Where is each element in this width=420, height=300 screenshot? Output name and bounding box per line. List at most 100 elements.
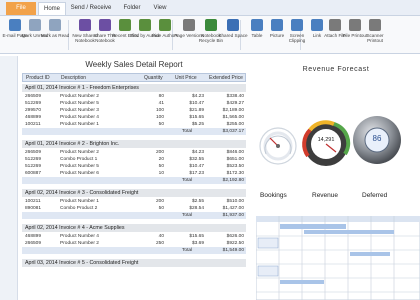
- column-unit-price: Unit Price: [175, 75, 197, 81]
- scanner-printout-icon: [369, 19, 381, 31]
- deferred-label: Deferred: [362, 192, 388, 199]
- table-cell: 200: [155, 150, 164, 155]
- table-cell: 80: [158, 94, 164, 99]
- table-cell: 600887: [25, 171, 42, 176]
- invoice-total-row: Total $1,937.00: [22, 212, 246, 219]
- table-cell: Product Number 2: [60, 241, 99, 246]
- table-cell: Product Number 4: [60, 115, 99, 120]
- table-row: 468899 Product Number 4 100 $15.65 $1,565.00: [22, 114, 246, 121]
- table-cell: Product Number 6: [60, 171, 99, 176]
- table-cell: Product Number 1: [60, 122, 99, 127]
- table-cell: $5.25: [191, 122, 204, 127]
- table-cell: 890081: [25, 206, 42, 211]
- table-row: 468899 Product Number 4 40 $15.65 $626.00: [22, 233, 246, 240]
- invoice-group-header: April 02, 2014 Invoice # 4 - Acme Suppli…: [22, 224, 246, 232]
- table-icon: [251, 19, 263, 31]
- ribbon-button-label: Mark as Read: [40, 33, 70, 38]
- table-cell: Combo Product 1: [60, 157, 98, 162]
- total-label: Total: [182, 129, 193, 134]
- column-product-id: Product ID: [26, 75, 50, 81]
- table-cell: 100211: [25, 122, 41, 127]
- share-notebook-icon: [99, 19, 111, 31]
- table-cell: $510.00: [226, 199, 244, 204]
- table-cell: $429.27: [226, 101, 244, 106]
- table-cell: 512269: [25, 164, 42, 169]
- invoice-group-header: April 01, 2014 Invoice # 2 - Brighton In…: [22, 140, 246, 148]
- total-label: Total: [182, 213, 193, 218]
- table-row: 266509 Product Number 2 80 $4.23 $338.40: [22, 93, 246, 100]
- table-cell: 100211: [25, 199, 41, 204]
- table-cell: $3.69: [191, 241, 204, 246]
- invoice-group-header: April 02, 2014 Invoice # 3 - Consolidate…: [22, 189, 246, 197]
- email-page-icon: [9, 19, 21, 31]
- table-cell: Product Number 2: [60, 94, 99, 99]
- table-row: 512269 Product Number 5 50 $10.47 $523.50: [22, 163, 246, 170]
- table-cell: $32.55: [189, 157, 204, 162]
- report-column-header: Product ID Description Quantity Unit Pri…: [22, 73, 246, 82]
- invoice-total-row: Total $2,192.80: [22, 177, 246, 184]
- table-cell: $1,427.00: [222, 206, 244, 211]
- tab-view[interactable]: View: [146, 2, 174, 15]
- hide-authors-button[interactable]: Hide Authors: [152, 19, 178, 51]
- ribbon-toolbar: E-mail Page Mark Unread Mark as Read New Sh…: [0, 16, 420, 54]
- table-row: 100211 Product Number 1 50 $5.25 $255.00: [22, 121, 246, 128]
- deferred-gauge-value: 86: [372, 134, 382, 143]
- picture-icon: [271, 19, 283, 31]
- table-cell: 200: [155, 199, 164, 204]
- revenue-forecast-panel: Revenue Forecast 14,291 86 Bookings Reve…: [252, 56, 420, 300]
- shared-space-icon: [227, 19, 239, 31]
- table-cell: 266509: [25, 150, 42, 155]
- revenue-gauge-value: 14,291: [317, 137, 335, 143]
- invoice-total-row: Total $1,549.00: [22, 247, 246, 254]
- table-cell: 50: [158, 122, 164, 127]
- table-row: 512269 Combo Product 1 20 $32.55 $651.00: [22, 156, 246, 163]
- table-row: 299570 Product Number 3 100 $21.89 $2,189.00: [22, 107, 246, 114]
- table-row: 266509 Product Number 2 250 $3.69 $922.50: [22, 240, 246, 247]
- table-cell: Product Number 5: [60, 164, 99, 169]
- table-cell: 40: [158, 234, 164, 239]
- table-cell: 250: [155, 241, 164, 246]
- calendar-grid: [256, 216, 420, 300]
- table-row: 600887 Product Number 6 10 $17.23 $172.30: [22, 170, 246, 177]
- table-cell: $2.55: [191, 199, 204, 204]
- total-value: $1,549.00: [222, 248, 244, 253]
- find-author-icon: [139, 19, 151, 31]
- tab-folder[interactable]: Folder: [118, 2, 146, 15]
- shared-space-button[interactable]: Shared Space: [218, 19, 248, 51]
- table-cell: 512269: [25, 101, 42, 106]
- table-cell: Combo Product 2: [60, 206, 98, 211]
- table-cell: $4.23: [191, 150, 204, 155]
- tab-file[interactable]: File: [6, 2, 36, 15]
- table-cell: 512269: [25, 157, 42, 162]
- table-cell: 468899: [25, 115, 42, 120]
- table-cell: Product Number 1: [60, 199, 99, 204]
- table-cell: 10: [158, 171, 164, 176]
- revenue-gauge: [302, 120, 351, 166]
- table-cell: Product Number 5: [60, 101, 99, 106]
- link-icon: [311, 19, 323, 31]
- table-cell: $17.23: [189, 171, 204, 176]
- total-label: Total: [182, 248, 193, 253]
- invoice-group-header: April 03, 2014 Invoice # 5 - Consolidate…: [22, 259, 246, 267]
- ribbon-button-label: Scanner Printout: [366, 33, 384, 43]
- table-cell: $626.00: [226, 234, 244, 239]
- sales-report: Weekly Sales Detail Report Product ID De…: [18, 56, 250, 300]
- hide-authors-icon: [159, 19, 171, 31]
- tab-send-receive[interactable]: Send / Receive: [66, 2, 116, 15]
- table-cell: 468899: [25, 234, 42, 239]
- scanner-printout-button[interactable]: Scanner Printout: [364, 19, 386, 51]
- table-cell: $10.47: [189, 101, 204, 106]
- table-cell: $4.23: [191, 94, 204, 99]
- total-value: $3,037.17: [222, 129, 244, 134]
- table-cell: 50: [158, 164, 164, 169]
- tab-home[interactable]: Home: [38, 2, 66, 15]
- table-cell: $255.00: [226, 122, 244, 127]
- report-title: Weekly Sales Detail Report: [85, 60, 183, 69]
- table-cell: $21.89: [189, 108, 204, 113]
- page-versions-icon: [183, 19, 195, 31]
- mark-read-button[interactable]: Mark as Read: [41, 19, 69, 51]
- total-value: $1,937.00: [222, 213, 244, 218]
- table-row: 100211 Product Number 1 200 $2.55 $510.00: [22, 198, 246, 205]
- table-cell: 100: [155, 115, 164, 120]
- table-cell: $10.47: [189, 164, 204, 169]
